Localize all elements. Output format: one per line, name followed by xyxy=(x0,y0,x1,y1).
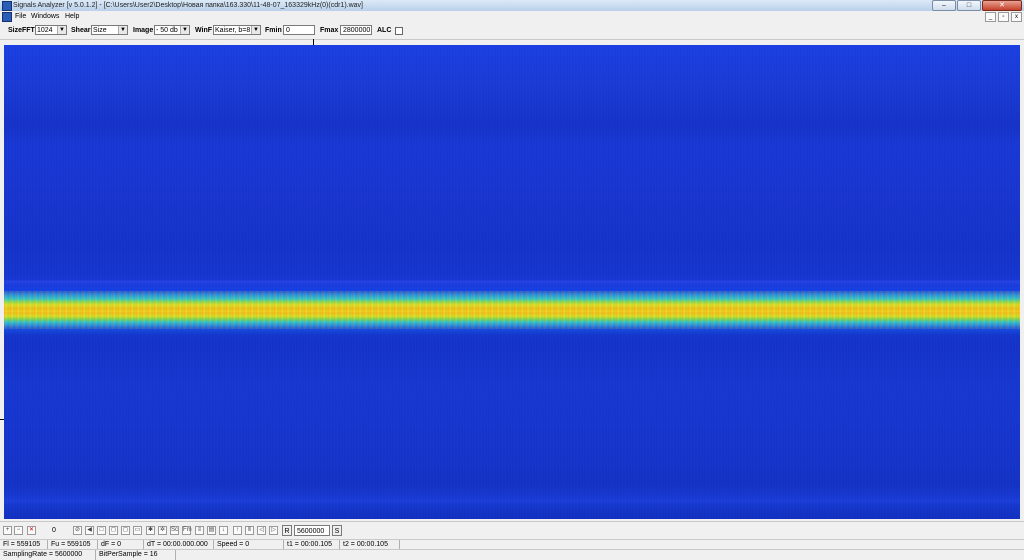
spectrogram-view[interactable] xyxy=(4,45,1020,519)
shear-value: Size xyxy=(93,27,107,34)
image-value: - 50 db xyxy=(156,27,178,34)
sizefft-select[interactable]: 1024 ▼ xyxy=(35,25,67,35)
close-button[interactable]: ✕ xyxy=(982,0,1022,11)
lk-icon[interactable]: Ⅱ xyxy=(245,526,254,535)
chevron-down-icon: ▼ xyxy=(118,26,127,34)
mdi-restore-button[interactable]: ▫ xyxy=(998,12,1009,22)
up-icon[interactable]: ↑ xyxy=(233,526,242,535)
window-controls: – □ ✕ xyxy=(932,0,1022,11)
frame-icon[interactable]: □ xyxy=(97,526,106,535)
alc-label: ALC xyxy=(377,27,392,34)
select-icon[interactable]: ▭ xyxy=(133,526,142,535)
toolbar: SizeFFT 1024 ▼ Shear Size ▼ Image - 50 d… xyxy=(0,22,1024,40)
winf-value: Kaiser, b=8 xyxy=(215,27,251,34)
app-icon xyxy=(2,1,12,11)
play-right-icon[interactable]: ▷ xyxy=(269,526,278,535)
signal-band xyxy=(4,291,1020,329)
spectrogram-noise xyxy=(4,45,1020,519)
window-title: Signals Analyzer [v 5.0.1.2] - [C:\Users… xyxy=(13,2,363,9)
mdi-close-button[interactable]: x xyxy=(1011,12,1022,22)
fmin-input[interactable]: 0 xyxy=(283,25,315,35)
shear-select[interactable]: Size ▼ xyxy=(91,25,128,35)
rate-button[interactable]: R xyxy=(282,525,292,536)
list-icon[interactable]: ≡ xyxy=(195,526,204,535)
mdi-controls: _ ▫ x xyxy=(985,12,1022,22)
play-left-icon[interactable]: ◁ xyxy=(257,526,266,535)
winf-select[interactable]: Kaiser, b=8 ▼ xyxy=(213,25,261,35)
status-bar-secondary: SamplingRate = 5600000 BitPerSample = 16 xyxy=(0,549,1024,560)
chevron-down-icon: ▼ xyxy=(180,26,189,34)
marker-alt-icon[interactable]: ✲ xyxy=(158,526,167,535)
zoom-out-icon[interactable]: − xyxy=(14,526,23,535)
sc-icon[interactable]: Sc xyxy=(170,526,179,535)
document-icon[interactable] xyxy=(2,12,12,22)
lt-icon[interactable]: ↓ xyxy=(219,526,228,535)
mdi-minimize-button[interactable]: _ xyxy=(985,12,996,22)
image-select[interactable]: - 50 db ▼ xyxy=(154,25,190,35)
stop-icon[interactable]: ⊘ xyxy=(73,526,82,535)
rate-input[interactable]: 5600000 xyxy=(294,525,330,536)
zoom-in-icon[interactable]: + xyxy=(3,526,12,535)
sizefft-value: 1024 xyxy=(37,27,53,34)
fm-icon[interactable]: Fm xyxy=(182,526,192,535)
image-label: Image xyxy=(133,27,154,34)
marker-icon[interactable]: ✱ xyxy=(146,526,155,535)
winf-label: WinF xyxy=(195,27,213,34)
frame-back-icon[interactable]: ◻ xyxy=(109,526,118,535)
menu-help[interactable]: Help xyxy=(65,11,79,22)
delete-icon[interactable]: ✕ xyxy=(27,526,36,535)
alc-checkbox[interactable] xyxy=(395,27,403,35)
chevron-down-icon: ▼ xyxy=(251,26,260,34)
menu-file[interactable]: File xyxy=(15,11,26,22)
menu-bar: File Windows Help _ ▫ x xyxy=(0,11,1024,22)
s-button[interactable]: S xyxy=(332,525,342,536)
sizefft-label: SizeFFT xyxy=(8,27,35,34)
fmax-input[interactable]: 2800000 xyxy=(340,25,372,35)
maximize-button[interactable]: □ xyxy=(957,0,981,11)
table-icon[interactable]: ▤ xyxy=(207,526,216,535)
menu-windows[interactable]: Windows xyxy=(31,11,59,22)
minimize-button[interactable]: – xyxy=(932,0,956,11)
shear-label: Shear xyxy=(71,27,91,34)
frame-forward-icon[interactable]: ◻ xyxy=(121,526,130,535)
playback-toolbar: + − ✕ 0 ⊘ ◀ □ ◻ ◻ ▭ ✱ ✲ Sc Fm ≡ ▤ ↓ ↑ Ⅱ … xyxy=(0,521,1024,540)
fmax-label: Fmax xyxy=(320,27,339,34)
fmin-label: Fmin xyxy=(265,27,282,34)
chevron-down-icon: ▼ xyxy=(57,26,66,34)
counter-value: 0 xyxy=(52,527,56,534)
rewind-icon[interactable]: ◀ xyxy=(85,526,94,535)
